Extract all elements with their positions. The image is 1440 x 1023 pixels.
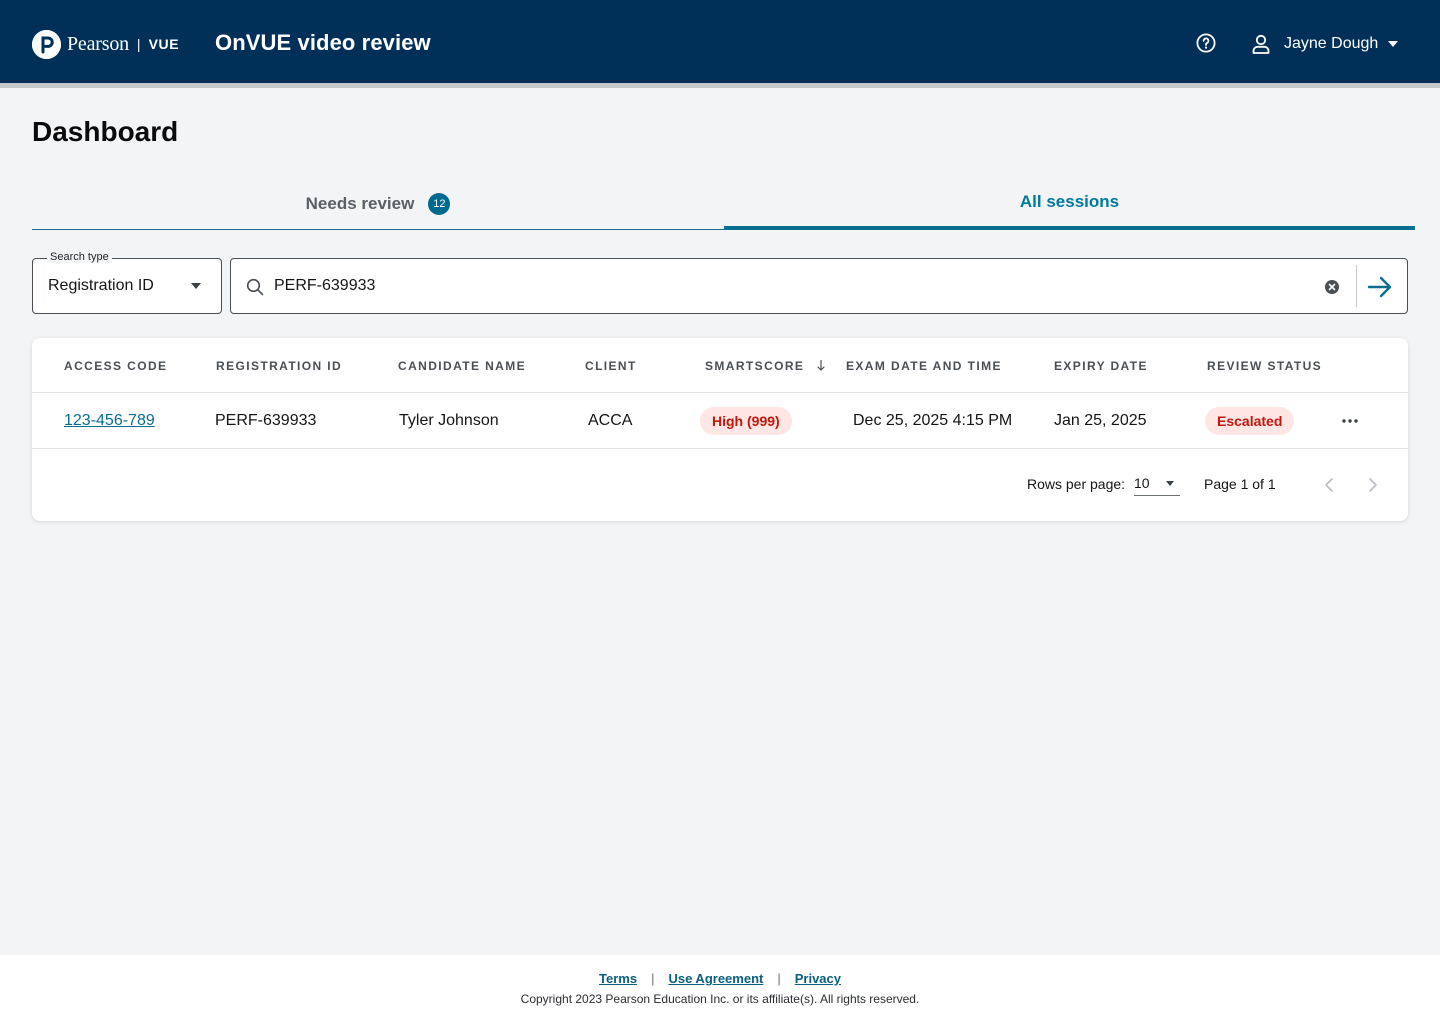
more-horizontal-icon xyxy=(1342,419,1358,423)
pagination: Rows per page: 10 Page 1 of 1 xyxy=(32,449,1408,521)
caret-down-icon xyxy=(191,283,201,289)
next-page-button[interactable] xyxy=(1364,477,1380,493)
user-name: Jayne Dough xyxy=(1284,35,1379,52)
exam-datetime-cell: Dec 25, 2025 4:15 PM xyxy=(853,412,1013,429)
clear-circle-icon xyxy=(1325,280,1339,294)
column-header-review-status[interactable]: REVIEW STATUS xyxy=(1207,359,1322,373)
search-divider xyxy=(1356,265,1357,307)
user-menu[interactable]: Jayne Dough xyxy=(1252,30,1399,58)
search-input[interactable] xyxy=(274,275,1304,297)
column-header-access-code[interactable]: ACCESS CODE xyxy=(64,359,167,373)
submit-search-button[interactable] xyxy=(1366,274,1394,300)
column-header-exam-date[interactable]: EXAM DATE AND TIME xyxy=(846,359,1002,373)
chevron-right-icon xyxy=(1369,478,1377,492)
caret-down-icon xyxy=(1388,41,1399,47)
row-actions-button[interactable] xyxy=(1340,413,1360,429)
search-type-value: Registration ID xyxy=(48,277,154,294)
app-header: Pearson | VUE OnVUE video review Jayne D… xyxy=(0,0,1440,83)
brand-product: VUE xyxy=(148,36,180,52)
search-box xyxy=(230,258,1408,314)
terms-link[interactable]: Terms xyxy=(599,971,637,986)
help-circle-icon xyxy=(1196,33,1216,53)
header-underline xyxy=(0,83,1440,88)
tab-label: Needs review xyxy=(305,193,415,213)
footer-links: Terms | Use Agreement | Privacy xyxy=(0,971,1440,986)
help-button[interactable] xyxy=(1195,32,1217,54)
clear-search-button[interactable] xyxy=(1324,279,1340,295)
caret-down-icon xyxy=(1166,481,1174,486)
review-status-badge: Escalated xyxy=(1205,407,1295,435)
previous-page-button[interactable] xyxy=(1322,477,1338,493)
column-header-registration-id[interactable]: REGISTRATION ID xyxy=(216,359,342,373)
tab-all-sessions[interactable]: All sessions xyxy=(724,178,1415,230)
footer-separator: | xyxy=(651,971,655,986)
tab-needs-review[interactable]: Needs review 12 xyxy=(32,178,724,230)
session-tabs: Needs review 12 All sessions xyxy=(32,178,1415,230)
registration-id-cell: PERF-639933 xyxy=(215,412,317,429)
needs-review-count-badge: 12 xyxy=(428,192,451,215)
column-header-candidate-name[interactable]: CANDIDATE NAME xyxy=(398,359,526,373)
table-row: 123-456-789 PERF-639933 Tyler Johnson AC… xyxy=(32,393,1408,449)
expiry-date-cell: Jan 25, 2025 xyxy=(1054,412,1147,429)
pearson-vue-logo[interactable]: Pearson | VUE xyxy=(32,28,179,60)
sessions-table-card: ACCESS CODE REGISTRATION ID CANDIDATE NA… xyxy=(32,338,1408,521)
page-title: Dashboard xyxy=(32,116,179,147)
table-header: ACCESS CODE REGISTRATION ID CANDIDATE NA… xyxy=(32,338,1408,393)
privacy-link[interactable]: Privacy xyxy=(795,971,841,986)
rows-per-page-value: 10 xyxy=(1134,475,1150,491)
column-header-label: SMARTSCORE xyxy=(705,359,805,373)
rows-per-page-label: Rows per page: xyxy=(1027,476,1126,492)
brand-name: Pearson xyxy=(67,32,129,55)
column-header-expiry-date[interactable]: EXPIRY DATE xyxy=(1054,359,1148,373)
search-type-select[interactable]: Search type Registration ID xyxy=(32,251,222,314)
column-header-client[interactable]: CLIENT xyxy=(585,359,637,373)
use-agreement-link[interactable]: Use Agreement xyxy=(668,971,763,986)
column-header-smartscore[interactable]: SMARTSCORE xyxy=(705,359,825,373)
smartscore-badge: High (999) xyxy=(700,407,792,435)
app-title: OnVUE video review xyxy=(215,30,431,55)
pearson-logo-icon xyxy=(32,29,61,59)
tab-label: All sessions xyxy=(1019,192,1120,211)
footer-separator: | xyxy=(777,971,781,986)
chevron-left-icon xyxy=(1325,478,1333,492)
page-indicator: Page 1 of 1 xyxy=(1204,476,1276,492)
client-cell: ACCA xyxy=(588,412,633,429)
candidate-name-cell: Tyler Johnson xyxy=(399,412,499,429)
sort-descending-icon xyxy=(817,360,825,371)
rows-per-page-select[interactable]: 10 xyxy=(1134,474,1180,496)
copyright-text: Copyright 2023 Pearson Education Inc. or… xyxy=(520,992,920,1006)
access-code-link[interactable]: 123-456-789 xyxy=(64,412,155,430)
user-icon xyxy=(1252,34,1270,54)
arrow-right-icon xyxy=(1367,276,1392,298)
search-icon xyxy=(246,278,264,296)
page-footer: Terms | Use Agreement | Privacy Copyrigh… xyxy=(0,955,1440,1023)
search-type-label: Search type xyxy=(47,251,112,263)
brand-separator: | xyxy=(136,36,141,52)
